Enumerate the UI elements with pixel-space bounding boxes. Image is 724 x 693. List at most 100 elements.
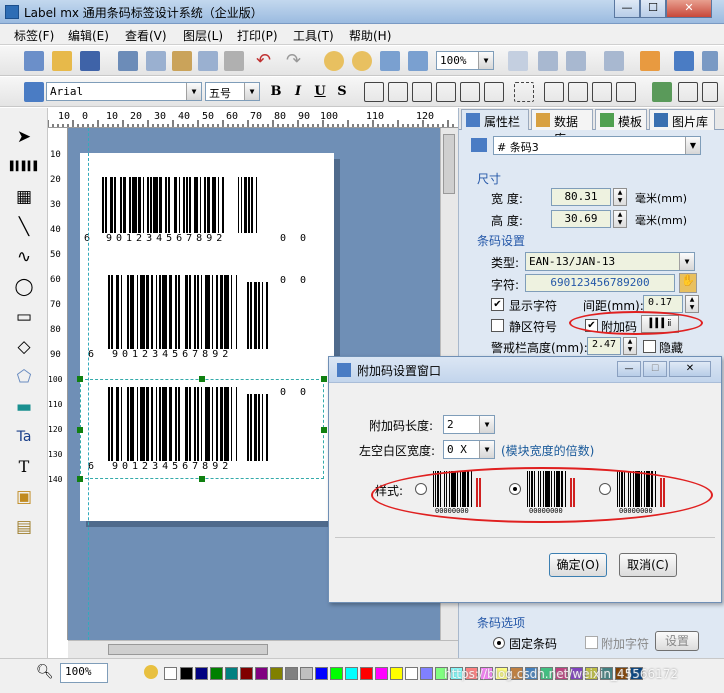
line-tool-icon[interactable]: ╲ [10,214,38,240]
selection-handle[interactable] [77,427,83,433]
layer-up-icon[interactable] [678,82,698,102]
width-spinner[interactable]: ▲ ▼ [613,188,627,206]
align-top-icon[interactable] [412,82,432,102]
undo-icon[interactable]: ↶ [256,51,276,71]
bold-button[interactable]: B [266,82,286,102]
redo-icon[interactable]: ↷ [286,51,306,71]
color-swatch[interactable] [225,667,238,680]
addon-length-select[interactable]: 2 ▼ [443,415,495,434]
duplicate-icon[interactable] [198,51,218,71]
color-swatch[interactable] [405,667,418,680]
pointer-icon[interactable]: ➤ [10,124,38,150]
minimize-button[interactable]: — [614,0,640,18]
polygon-tool-icon[interactable]: ⬠ [10,364,38,390]
selection-handle[interactable] [77,376,83,382]
export-icon[interactable] [640,51,660,71]
show-chars-checkbox[interactable]: ✔ [491,298,504,311]
color-swatch[interactable] [195,667,208,680]
same-height-icon[interactable] [616,82,636,102]
tab-image-library[interactable]: 图片库 [649,109,715,130]
align-left-icon[interactable] [364,82,384,102]
guard-height-spinner[interactable]: ▲ ▼ [623,337,637,355]
database-icon[interactable] [604,51,624,71]
menu-view[interactable]: 查看(V) [125,27,167,44]
color-swatch[interactable] [255,667,268,680]
setting-button[interactable]: 设置 [655,631,699,651]
curve-tool-icon[interactable]: ∿ [10,244,38,270]
strike-button[interactable]: S [332,82,352,102]
selection-handle[interactable] [321,427,327,433]
fill-tool-icon[interactable]: ▬ [10,394,38,420]
color-swatch[interactable] [360,667,373,680]
close-button[interactable]: ✕ [666,0,712,18]
align-right-icon[interactable] [388,82,408,102]
underline-button[interactable]: U [310,82,330,102]
text-style-icon[interactable] [24,82,44,102]
align-center-icon[interactable] [484,82,504,102]
open-icon[interactable] [52,51,72,71]
menu-label[interactable]: 标签(F) [14,27,54,44]
tab-template[interactable]: 模板 [595,109,647,130]
distribute-h-icon[interactable] [544,82,564,102]
maximize-button[interactable]: ☐ [640,0,666,18]
width-input[interactable]: 80.31 [551,188,611,206]
ellipse-tool-icon[interactable]: ◯ [10,274,38,300]
selection-handle[interactable] [77,476,83,482]
palette-icon[interactable] [144,665,158,679]
barcode-1[interactable] [102,177,257,233]
selection-handle[interactable] [321,376,327,382]
delete-icon[interactable] [224,51,244,71]
type-select[interactable]: EAN-13/JAN-13 ▼ [525,252,695,271]
color-swatch[interactable] [315,667,328,680]
exit-icon[interactable] [702,51,718,71]
italic-button[interactable]: I [288,82,308,102]
new-icon[interactable] [24,51,44,71]
paste-icon[interactable] [172,51,192,71]
cancel-button[interactable]: 取消(C) [619,553,677,577]
zoom-out-icon[interactable] [352,51,372,71]
font-select[interactable]: Arial ▼ [46,82,202,101]
color-swatch[interactable] [180,667,193,680]
print-preview-icon[interactable] [508,51,528,71]
menu-edit[interactable]: 编辑(E) [68,27,109,44]
rectangle-tool-icon[interactable]: ▭ [10,304,38,330]
quiet-zone-checkbox[interactable] [491,319,504,332]
dialog-minimize-button[interactable]: — [617,361,641,377]
text-block-icon[interactable]: Ta [10,424,38,450]
qrcode-tool-icon[interactable]: ▦ [10,184,38,210]
spacing-spinner[interactable]: ▲ ▼ [685,295,699,313]
menu-layer[interactable]: 图层(L) [183,27,223,44]
help-icon[interactable] [674,51,694,71]
align-middle-icon[interactable] [436,82,456,102]
align-bottom-icon[interactable] [460,82,480,102]
cut-icon[interactable] [118,51,138,71]
tab-database[interactable]: 数据库 [531,109,593,146]
status-zoom[interactable]: 100% [60,663,108,683]
color-swatch[interactable] [300,667,313,680]
ok-button[interactable]: 确定(O) [549,553,607,577]
copy-icon[interactable] [146,51,166,71]
fixed-barcode-radio[interactable] [493,637,505,649]
barcode-tool-icon[interactable]: ▌▍▌▍▌ [10,154,41,180]
tab-properties[interactable]: 属性栏 [461,109,529,130]
height-input[interactable]: 30.69 [551,210,611,228]
search-icon[interactable] [538,51,558,71]
group-icon[interactable] [514,82,534,102]
diamond-tool-icon[interactable]: ◇ [10,334,38,360]
same-width-icon[interactable] [592,82,612,102]
guard-height-input[interactable]: 2.47 [587,337,621,355]
menu-tools[interactable]: 工具(T) [293,27,334,44]
color-swatch[interactable] [210,667,223,680]
hand-icon[interactable]: ✋ [679,273,697,293]
hide-checkbox[interactable] [643,340,656,353]
object-select[interactable]: # 条码3 ▼ [493,136,701,155]
label-paper[interactable]: 6 901234567892 0 0 6 901234567892 0 0 6 … [77,153,334,521]
addon-char-checkbox[interactable] [585,636,598,649]
chars-input[interactable]: 690123456789200 [525,274,675,292]
text-tool-icon[interactable]: T [10,454,38,480]
color-none[interactable] [164,667,177,680]
color-swatch[interactable] [420,667,433,680]
magnifier-icon[interactable]: 🔍︎ [36,664,54,680]
selection-handle[interactable] [199,376,205,382]
fit-width-icon[interactable] [408,51,428,71]
